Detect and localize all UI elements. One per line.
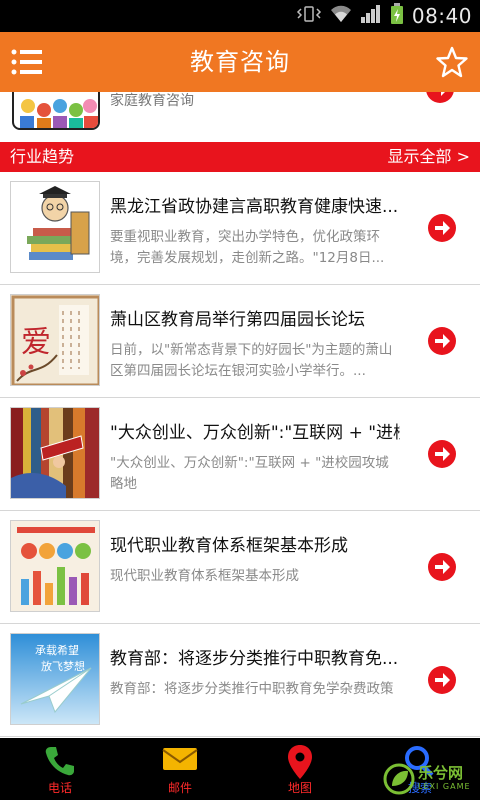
app-header: 教育咨询 bbox=[0, 32, 480, 92]
news-description: 要重视职业教育，突出办学特色，优化政策环境，完善发展规划，走创新之路。"12月8… bbox=[110, 229, 385, 266]
news-title: 教育部：将逐步分类推行中职教育免... bbox=[110, 649, 399, 669]
page-title: 教育咨询 bbox=[190, 48, 290, 76]
news-title: 现代职业教育体系框架基本形成 bbox=[110, 536, 348, 556]
tab-label: 电话 bbox=[47, 781, 72, 795]
news-description: 现代职业教育体系框架基本形成 bbox=[110, 568, 299, 584]
news-title: 黑龙江省政协建言高职教育健康快速... bbox=[110, 197, 399, 217]
tab-label: 邮件 bbox=[167, 781, 192, 795]
news-title: "大众创业、万众创新":"互联网 + "进校... bbox=[110, 423, 400, 443]
news-description: "大众创业、万众创新":"互联网 + "进校园攻城略地 bbox=[110, 455, 389, 492]
news-thumbnail: 爱 bbox=[10, 294, 100, 386]
arrow-right-icon[interactable] bbox=[427, 552, 457, 586]
clock: 08:40 bbox=[411, 4, 472, 28]
signal-icon bbox=[360, 4, 382, 28]
mail-icon bbox=[162, 744, 198, 778]
list-item[interactable]: 承载希望 放飞梦想 教育部：将逐步分类推行中职教育免... 教育部：将逐步分类推… bbox=[0, 624, 480, 737]
tab-label: 地图 bbox=[287, 781, 312, 795]
tab-mail[interactable]: 邮件 bbox=[120, 738, 240, 800]
list-item[interactable]: 现代职业教育体系框架基本形成 现代职业教育体系框架基本形成 bbox=[0, 511, 480, 624]
tab-map[interactable]: 地图 bbox=[240, 738, 360, 800]
status-bar: 08:40 bbox=[0, 0, 480, 32]
news-thumbnail bbox=[10, 181, 100, 273]
wifi-icon bbox=[330, 4, 352, 28]
list-item-partial[interactable]: 家庭教育咨询 bbox=[0, 92, 480, 142]
thumb-slogan-line1: 承载希望 bbox=[35, 644, 79, 657]
star-icon bbox=[436, 46, 468, 78]
family-thumbnail bbox=[12, 92, 100, 130]
favorite-button[interactable] bbox=[436, 46, 468, 78]
list-item-description: 家庭教育咨询 bbox=[110, 93, 194, 109]
leaf-logo-icon bbox=[383, 763, 415, 795]
section-title: 行业趋势 bbox=[10, 147, 75, 166]
map-pin-icon bbox=[287, 744, 313, 784]
news-title: 萧山区教育局举行第四届园长论坛 bbox=[110, 310, 365, 330]
watermark-logo: 乐兮网 LEXI GAME bbox=[382, 758, 472, 798]
watermark-name: 乐兮网 bbox=[418, 764, 464, 782]
arrow-right-icon bbox=[425, 92, 455, 108]
list-item[interactable]: 爱 萧山区教育局举行第四届园长论坛 日前，以"新常态背景下的好园长"为主题的萧山… bbox=[0, 285, 480, 398]
phone-icon bbox=[43, 744, 77, 782]
list-item[interactable]: "大众创业、万众创新":"互联网 + "进校... "大众创业、万众创新":"互… bbox=[0, 398, 480, 511]
show-all-link[interactable]: 显示全部 > bbox=[388, 142, 471, 172]
arrow-right-icon[interactable] bbox=[427, 213, 457, 247]
news-thumbnail bbox=[10, 520, 100, 612]
love-character: 爱 bbox=[21, 325, 51, 360]
news-description: 教育部：将逐步分类推行中职教育免学杂费政策 bbox=[110, 681, 394, 697]
news-thumbnail bbox=[10, 407, 100, 499]
news-list: 黑龙江省政协建言高职教育健康快速... 要重视职业教育，突出办学特色，优化政策环… bbox=[0, 172, 480, 737]
news-description: 日前，以"新常态背景下的好园长"为主题的萧山区第四届园长论坛在银河实验小学举行。… bbox=[110, 342, 393, 379]
section-header: 行业趋势 显示全部 > bbox=[0, 142, 480, 172]
battery-icon bbox=[390, 3, 404, 29]
thumb-slogan-line2: 放飞梦想 bbox=[41, 660, 85, 673]
list-item[interactable]: 黑龙江省政协建言高职教育健康快速... 要重视职业教育，突出办学特色，优化政策环… bbox=[0, 172, 480, 285]
tab-phone[interactable]: 电话 bbox=[0, 738, 120, 800]
news-thumbnail: 承载希望 放飞梦想 bbox=[10, 633, 100, 725]
arrow-right-icon[interactable] bbox=[427, 439, 457, 473]
arrow-right-icon[interactable] bbox=[427, 326, 457, 360]
vibrate-icon bbox=[296, 4, 322, 28]
watermark-sub: LEXI GAME bbox=[418, 782, 471, 791]
arrow-right-icon[interactable] bbox=[427, 665, 457, 699]
